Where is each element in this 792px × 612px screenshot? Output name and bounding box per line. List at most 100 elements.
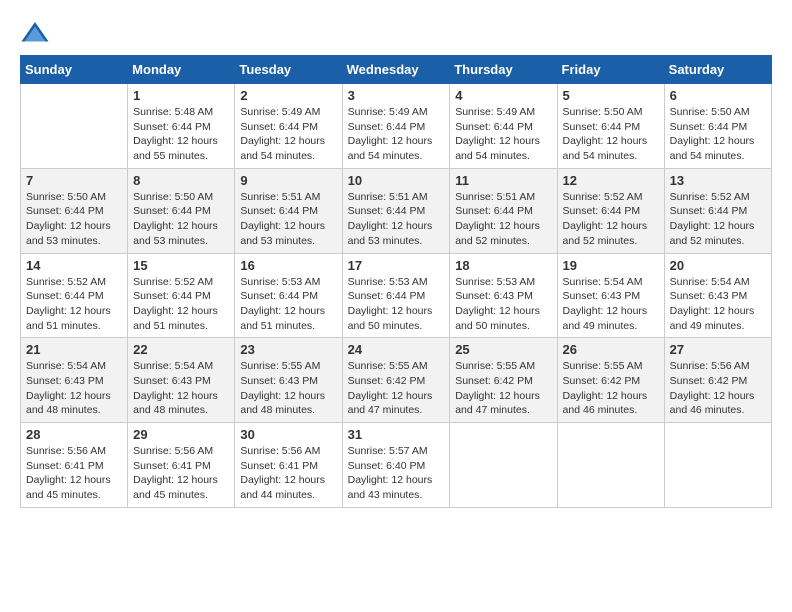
day-number: 16	[240, 258, 336, 273]
day-cell: 26 Sunrise: 5:55 AMSunset: 6:42 PMDayligh…	[557, 338, 664, 423]
day-detail: Sunrise: 5:55 AMSunset: 6:42 PMDaylight:…	[455, 359, 551, 418]
day-detail: Sunrise: 5:53 AMSunset: 6:43 PMDaylight:…	[455, 275, 551, 334]
logo	[20, 20, 54, 45]
day-detail: Sunrise: 5:50 AMSunset: 6:44 PMDaylight:…	[133, 190, 229, 249]
day-number: 28	[26, 427, 122, 442]
day-cell: 19 Sunrise: 5:54 AMSunset: 6:43 PMDayligh…	[557, 253, 664, 338]
day-detail: Sunrise: 5:54 AMSunset: 6:43 PMDaylight:…	[26, 359, 122, 418]
header-tuesday: Tuesday	[235, 56, 342, 84]
day-cell: 5Sunrise: 5:50 AMSunset: 6:44 PMDaylight…	[557, 84, 664, 169]
day-cell: 23Sunrise: 5:55 AMSunset: 6:43 PMDayligh…	[235, 338, 342, 423]
day-detail: Sunrise: 5:49 AMSunset: 6:44 PMDaylight:…	[240, 105, 336, 164]
header-sunday: Sunday	[21, 56, 128, 84]
day-number: 4	[455, 88, 551, 103]
day-detail: Sunrise: 5:52 AMSunset: 6:44 PMDaylight:…	[563, 190, 659, 249]
day-detail: Sunrise: 5:51 AMSunset: 6:44 PMDaylight:…	[348, 190, 445, 249]
day-cell: 22 Sunrise: 5:54 AMSunset: 6:43 PMDayligh…	[128, 338, 235, 423]
day-cell: 28 Sunrise: 5:56 AMSunset: 6:41 PMDayligh…	[21, 423, 128, 508]
header-thursday: Thursday	[450, 56, 557, 84]
header-friday: Friday	[557, 56, 664, 84]
day-detail: Sunrise: 5:51 AMSunset: 6:44 PMDaylight:…	[455, 190, 551, 249]
header-row: SundayMondayTuesdayWednesdayThursdayFrid…	[21, 56, 772, 84]
day-cell: 21 Sunrise: 5:54 AMSunset: 6:43 PMDayligh…	[21, 338, 128, 423]
day-cell: 9 Sunrise: 5:51 AMSunset: 6:44 PMDaylight…	[235, 168, 342, 253]
week-row-5: 28 Sunrise: 5:56 AMSunset: 6:41 PMDayligh…	[21, 423, 772, 508]
day-cell: 16 Sunrise: 5:53 AMSunset: 6:44 PMDayligh…	[235, 253, 342, 338]
page-header	[20, 20, 772, 45]
day-number: 13	[670, 173, 766, 188]
day-number: 31	[348, 427, 445, 442]
day-number: 12	[563, 173, 659, 188]
day-cell: 12 Sunrise: 5:52 AMSunset: 6:44 PMDayligh…	[557, 168, 664, 253]
day-detail: Sunrise: 5:52 AMSunset: 6:44 PMDaylight:…	[670, 190, 766, 249]
day-cell: 20Sunrise: 5:54 AMSunset: 6:43 PMDayligh…	[664, 253, 771, 338]
day-cell: 31 Sunrise: 5:57 AMSunset: 6:40 PMDayligh…	[342, 423, 450, 508]
day-detail: Sunrise: 5:55 AMSunset: 6:42 PMDaylight:…	[563, 359, 659, 418]
day-number: 29	[133, 427, 229, 442]
day-cell: 29Sunrise: 5:56 AMSunset: 6:41 PMDayligh…	[128, 423, 235, 508]
day-detail: Sunrise: 5:52 AMSunset: 6:44 PMDaylight:…	[133, 275, 229, 334]
day-number: 1	[133, 88, 229, 103]
day-cell: 11 Sunrise: 5:51 AMSunset: 6:44 PMDayligh…	[450, 168, 557, 253]
day-cell: 7 Sunrise: 5:50 AMSunset: 6:44 PMDaylight…	[21, 168, 128, 253]
day-detail: Sunrise: 5:54 AMSunset: 6:43 PMDaylight:…	[563, 275, 659, 334]
day-number: 14	[26, 258, 122, 273]
day-cell: 15 Sunrise: 5:52 AMSunset: 6:44 PMDayligh…	[128, 253, 235, 338]
day-detail: Sunrise: 5:49 AMSunset: 6:44 PMDaylight:…	[455, 105, 551, 164]
day-cell: 10 Sunrise: 5:51 AMSunset: 6:44 PMDayligh…	[342, 168, 450, 253]
header-monday: Monday	[128, 56, 235, 84]
day-number: 11	[455, 173, 551, 188]
day-detail: Sunrise: 5:50 AMSunset: 6:44 PMDaylight:…	[563, 105, 659, 164]
day-cell: 4 Sunrise: 5:49 AMSunset: 6:44 PMDaylight…	[450, 84, 557, 169]
day-detail: Sunrise: 5:55 AMSunset: 6:42 PMDaylight:…	[348, 359, 445, 418]
day-cell: 24Sunrise: 5:55 AMSunset: 6:42 PMDayligh…	[342, 338, 450, 423]
day-detail: Sunrise: 5:53 AMSunset: 6:44 PMDaylight:…	[348, 275, 445, 334]
day-cell: 1 Sunrise: 5:48 AMSunset: 6:44 PMDaylight…	[128, 84, 235, 169]
day-detail: Sunrise: 5:48 AMSunset: 6:44 PMDaylight:…	[133, 105, 229, 164]
day-detail: Sunrise: 5:56 AMSunset: 6:41 PMDaylight:…	[240, 444, 336, 503]
day-number: 15	[133, 258, 229, 273]
day-detail: Sunrise: 5:51 AMSunset: 6:44 PMDaylight:…	[240, 190, 336, 249]
header-wednesday: Wednesday	[342, 56, 450, 84]
day-number: 8	[133, 173, 229, 188]
day-number: 10	[348, 173, 445, 188]
day-detail: Sunrise: 5:56 AMSunset: 6:41 PMDaylight:…	[26, 444, 122, 503]
day-detail: Sunrise: 5:57 AMSunset: 6:40 PMDaylight:…	[348, 444, 445, 503]
day-cell	[450, 423, 557, 508]
day-number: 7	[26, 173, 122, 188]
calendar-table: SundayMondayTuesdayWednesdayThursdayFrid…	[20, 55, 772, 508]
day-cell: 30Sunrise: 5:56 AMSunset: 6:41 PMDayligh…	[235, 423, 342, 508]
day-detail: Sunrise: 5:52 AMSunset: 6:44 PMDaylight:…	[26, 275, 122, 334]
day-number: 27	[670, 342, 766, 357]
day-cell: 2 Sunrise: 5:49 AMSunset: 6:44 PMDaylight…	[235, 84, 342, 169]
week-row-2: 7 Sunrise: 5:50 AMSunset: 6:44 PMDaylight…	[21, 168, 772, 253]
day-number: 25	[455, 342, 551, 357]
day-cell: 25 Sunrise: 5:55 AMSunset: 6:42 PMDayligh…	[450, 338, 557, 423]
day-number: 22	[133, 342, 229, 357]
day-cell	[557, 423, 664, 508]
day-detail: Sunrise: 5:50 AMSunset: 6:44 PMDaylight:…	[26, 190, 122, 249]
day-detail: Sunrise: 5:49 AMSunset: 6:44 PMDaylight:…	[348, 105, 445, 164]
day-cell: 27Sunrise: 5:56 AMSunset: 6:42 PMDayligh…	[664, 338, 771, 423]
day-detail: Sunrise: 5:54 AMSunset: 6:43 PMDaylight:…	[670, 275, 766, 334]
day-number: 19	[563, 258, 659, 273]
day-number: 6	[670, 88, 766, 103]
day-number: 2	[240, 88, 336, 103]
day-cell: 3 Sunrise: 5:49 AMSunset: 6:44 PMDaylight…	[342, 84, 450, 169]
day-cell: 14 Sunrise: 5:52 AMSunset: 6:44 PMDayligh…	[21, 253, 128, 338]
day-cell	[664, 423, 771, 508]
day-detail: Sunrise: 5:54 AMSunset: 6:43 PMDaylight:…	[133, 359, 229, 418]
day-detail: Sunrise: 5:53 AMSunset: 6:44 PMDaylight:…	[240, 275, 336, 334]
day-number: 9	[240, 173, 336, 188]
logo-icon	[20, 20, 50, 45]
day-number: 3	[348, 88, 445, 103]
header-saturday: Saturday	[664, 56, 771, 84]
day-cell: 6Sunrise: 5:50 AMSunset: 6:44 PMDaylight…	[664, 84, 771, 169]
day-cell: 18Sunrise: 5:53 AMSunset: 6:43 PMDayligh…	[450, 253, 557, 338]
day-number: 26	[563, 342, 659, 357]
day-cell: 17Sunrise: 5:53 AMSunset: 6:44 PMDayligh…	[342, 253, 450, 338]
day-cell: 8 Sunrise: 5:50 AMSunset: 6:44 PMDaylight…	[128, 168, 235, 253]
week-row-1: 1 Sunrise: 5:48 AMSunset: 6:44 PMDaylight…	[21, 84, 772, 169]
day-number: 21	[26, 342, 122, 357]
week-row-4: 21 Sunrise: 5:54 AMSunset: 6:43 PMDayligh…	[21, 338, 772, 423]
